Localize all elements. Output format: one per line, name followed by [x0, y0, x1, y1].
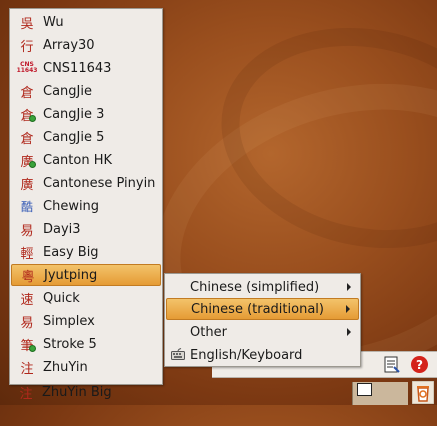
- menu-item-label: Wu: [43, 14, 64, 30]
- simplex-icon: 易: [20, 315, 34, 331]
- menu-item-label: CNS11643: [43, 60, 112, 76]
- menu-item-cangjie-5[interactable]: 倉 CangJie 5: [11, 126, 161, 148]
- input-method-menu: 吳 Wu 行 Array30 CNS 11643 CNS11643 倉 Cang…: [9, 8, 163, 385]
- menu-item-label: ZhuYin: [43, 359, 88, 375]
- language-submenu: Chinese (simplified) Chinese (traditiona…: [164, 273, 361, 367]
- submenu-item-label: English/Keyboard: [190, 347, 303, 363]
- menu-item-label: Quick: [43, 290, 80, 306]
- trash-icon[interactable]: [412, 381, 434, 404]
- keyboard-icon: [171, 348, 185, 360]
- menu-item-label: Chewing: [43, 198, 100, 214]
- submenu-item-chinese-traditional[interactable]: Chinese (traditional): [166, 298, 359, 320]
- menu-item-label: CangJie 5: [43, 129, 105, 145]
- menu-item-cangjie[interactable]: 倉 CangJie: [11, 80, 161, 102]
- cangjie-5-icon: 倉: [20, 131, 34, 147]
- menu-item-cangjie-3[interactable]: 倉 CangJie 3: [11, 103, 161, 125]
- cns11643-icon: CNS 11643: [16, 60, 38, 76]
- menu-item-label: Easy Big: [43, 244, 99, 260]
- menu-item-label: Stroke 5: [43, 336, 97, 352]
- menu-item-dayi3[interactable]: 易 Dayi3: [11, 218, 161, 240]
- menu-item-array30[interactable]: 行 Array30: [11, 34, 161, 56]
- status-dot: [29, 345, 36, 352]
- menu-item-simplex[interactable]: 易 Simplex: [11, 310, 161, 332]
- submenu-arrow-icon: [347, 328, 351, 336]
- status-dot: [29, 115, 36, 122]
- menu-item-label: CangJie 3: [43, 106, 105, 122]
- menu-item-canton-hk[interactable]: 廣 Canton HK: [11, 149, 161, 171]
- menu-item-quick[interactable]: 速 Quick: [11, 287, 161, 309]
- help-icon[interactable]: ?: [411, 356, 428, 373]
- jyutping-icon: 粵: [21, 269, 35, 285]
- document-icon[interactable]: [384, 356, 400, 373]
- submenu-item-label: Chinese (traditional): [191, 301, 324, 317]
- menu-item-jyutping[interactable]: 粵 Jyutping: [11, 264, 161, 286]
- submenu-arrow-icon: [346, 305, 350, 313]
- status-dot: [29, 161, 36, 168]
- cns-icon-bottom: 11643: [16, 67, 38, 74]
- menu-item-cns11643[interactable]: CNS 11643 CNS11643: [11, 57, 161, 79]
- show-desktop-icon[interactable]: [357, 383, 372, 396]
- chewing-icon: 酷: [20, 199, 33, 214]
- submenu-item-english-keyboard[interactable]: English/Keyboard: [166, 344, 359, 366]
- menu-item-label: Array30: [43, 37, 95, 53]
- menu-item-label: Cantonese Pinyin: [43, 175, 156, 191]
- menu-item-wu[interactable]: 吳 Wu: [11, 11, 161, 33]
- submenu-item-other[interactable]: Other: [166, 321, 359, 343]
- menu-item-zhuyin[interactable]: 注 ZhuYin: [11, 356, 161, 378]
- zhuyin-icon: 注: [20, 361, 34, 377]
- cantonese-pinyin-icon: 廣: [20, 177, 34, 193]
- wu-icon: 吳: [20, 16, 34, 32]
- menu-item-label: Simplex: [43, 313, 95, 329]
- submenu-item-chinese-simplified[interactable]: Chinese (simplified): [166, 276, 359, 298]
- submenu-item-label: Other: [190, 324, 227, 340]
- easy-big-icon: 輕: [20, 246, 34, 262]
- menu-item-cantonese-pinyin[interactable]: 廣 Cantonese Pinyin: [11, 172, 161, 194]
- canton-hk-icon: 廣: [19, 152, 36, 170]
- submenu-item-label: Chinese (simplified): [190, 279, 320, 295]
- menu-item-stroke-5[interactable]: 筆 Stroke 5: [11, 333, 161, 355]
- cangjie-icon: 倉: [20, 85, 34, 101]
- menu-item-label: Canton HK: [43, 152, 113, 168]
- dayi3-icon: 易: [20, 223, 34, 239]
- menu-item-label: Dayi3: [43, 221, 81, 237]
- menu-item-label: CangJie: [43, 83, 92, 99]
- menu-item-label: Jyutping: [44, 267, 98, 283]
- submenu-arrow-icon: [347, 283, 351, 291]
- quick-icon: 速: [20, 292, 34, 308]
- stroke-5-icon: 筆: [19, 336, 36, 354]
- cangjie-3-icon: 倉: [19, 106, 36, 124]
- array30-icon: 行: [20, 39, 34, 55]
- menu-item-chewing[interactable]: 酷 Chewing: [11, 195, 161, 217]
- menu-item-easy-big[interactable]: 輕 Easy Big: [11, 241, 161, 263]
